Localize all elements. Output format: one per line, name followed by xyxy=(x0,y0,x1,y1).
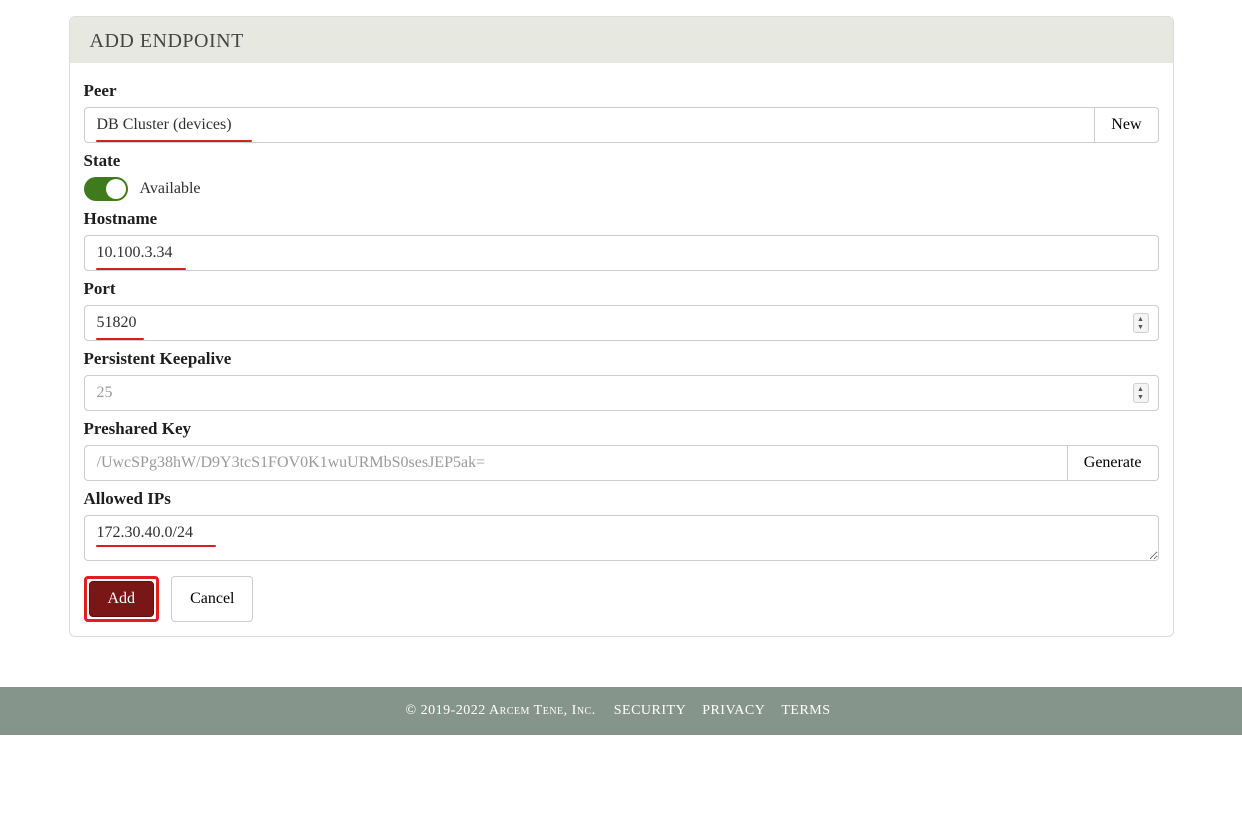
peer-new-button[interactable]: New xyxy=(1094,107,1158,143)
peer-label: Peer xyxy=(84,81,1159,101)
port-input[interactable] xyxy=(84,305,1159,341)
keepalive-stepper[interactable] xyxy=(1133,383,1149,403)
psk-input[interactable] xyxy=(84,445,1067,481)
footer-link-terms[interactable]: Terms xyxy=(781,703,830,718)
add-button[interactable]: Add xyxy=(89,581,155,617)
spellcheck-underline xyxy=(96,545,216,547)
panel-title: Add Endpoint xyxy=(70,17,1173,63)
footer-copyright: © 2019-2022 Arcem Tene, Inc. xyxy=(405,703,595,718)
state-status: Available xyxy=(140,180,201,198)
hostname-input[interactable] xyxy=(84,235,1159,271)
port-stepper[interactable] xyxy=(1133,313,1149,333)
spellcheck-underline xyxy=(96,338,144,340)
footer-link-security[interactable]: Security xyxy=(614,703,686,718)
add-endpoint-panel: Add Endpoint Peer New State Available Ho… xyxy=(69,16,1174,637)
keepalive-input[interactable] xyxy=(84,375,1159,411)
psk-generate-button[interactable]: Generate xyxy=(1067,445,1159,481)
chevron-down-icon xyxy=(1137,323,1144,331)
spellcheck-underline xyxy=(96,268,186,270)
peer-input[interactable] xyxy=(84,107,1095,143)
state-toggle[interactable] xyxy=(84,177,128,201)
footer-link-privacy[interactable]: Privacy xyxy=(702,703,765,718)
cancel-button[interactable]: Cancel xyxy=(171,576,253,622)
port-label: Port xyxy=(84,279,1159,299)
add-button-highlight: Add xyxy=(84,576,160,622)
keepalive-label: Persistent Keepalive xyxy=(84,349,1159,369)
page-footer: © 2019-2022 Arcem Tene, Inc. Security Pr… xyxy=(0,687,1242,735)
allowed-ips-input[interactable] xyxy=(84,515,1159,561)
psk-label: Preshared Key xyxy=(84,419,1159,439)
toggle-knob xyxy=(106,179,126,199)
chevron-up-icon xyxy=(1137,315,1144,323)
hostname-label: Hostname xyxy=(84,209,1159,229)
state-label: State xyxy=(84,151,1159,171)
chevron-up-icon xyxy=(1137,385,1144,393)
spellcheck-underline xyxy=(96,140,252,142)
chevron-down-icon xyxy=(1137,393,1144,401)
allowed-ips-label: Allowed IPs xyxy=(84,489,1159,509)
